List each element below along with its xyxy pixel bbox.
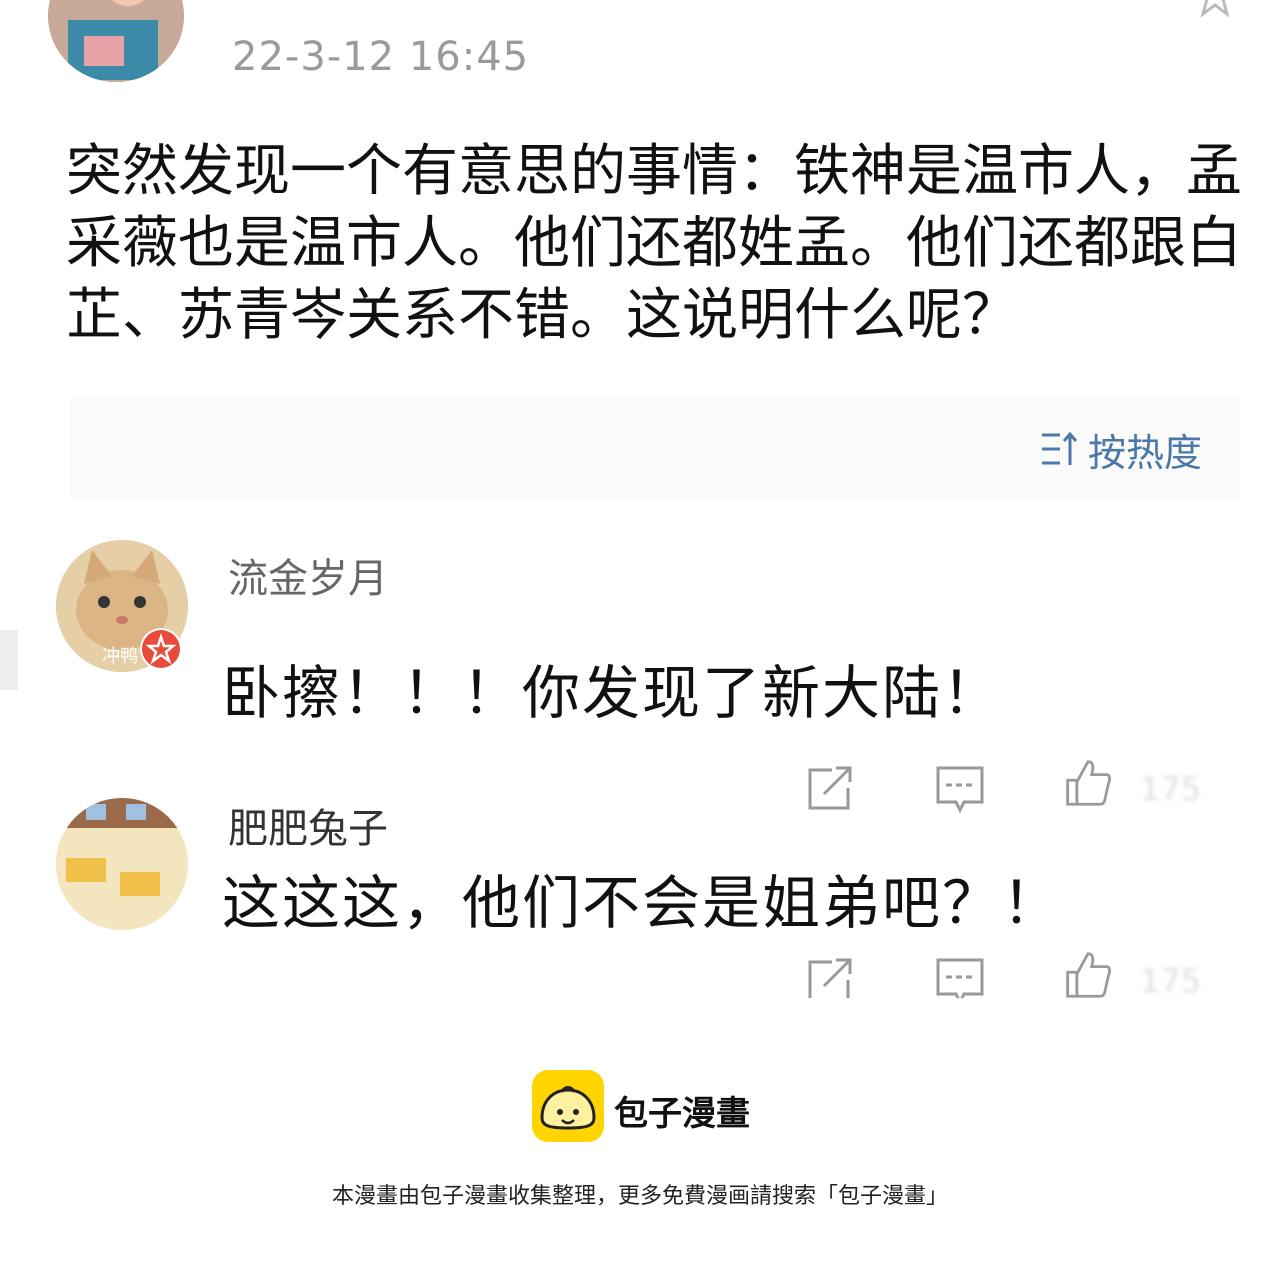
comment-avatar[interactable] [56,798,188,930]
user-avatar-icon [48,0,184,82]
sort-by-hot-button[interactable]: 按热度 [1040,424,1203,475]
classroom-avatar-icon [56,798,188,930]
brand-name: 包子漫畫 [614,1094,750,1134]
like-icon[interactable] [1062,758,1114,808]
verified-badge [140,628,182,670]
footer-note: 本漫畫由包子漫畫收集整理，更多免費漫画請搜索「包子漫畫」 [331,1184,948,1209]
star-icon[interactable] [1192,0,1238,18]
badge-star-icon [142,630,180,668]
edge-divider [0,630,18,690]
sort-label: 按热度 [1088,430,1203,475]
bun-logo-icon [532,1070,604,1142]
post-author-name-cutoff[interactable] [250,0,510,2]
comment-text: 卧擦！！！你发现了新大陆！ [222,659,1003,727]
like-icon[interactable] [1062,950,1114,1000]
post-author-avatar[interactable] [48,0,184,82]
comment-text: 这这这，他们不会是姐弟吧？！ [222,869,1063,937]
comment-username[interactable]: 流金岁月 [228,546,388,604]
comment-username[interactable]: 肥肥兔子 [228,796,388,854]
bun-logo-icon [540,1086,596,1130]
sort-icon [1042,431,1078,465]
like-count: 175 [1140,770,1202,808]
share-icon[interactable] [804,764,856,814]
post-timestamp: 22-3-12 16:45 [232,34,530,80]
like-count: 175 [1140,962,1202,1000]
comment-icon[interactable] [934,764,986,814]
footer-area [0,998,1280,1282]
user-tag: 冲鸭 [102,646,138,667]
post-body: 突然发现一个有意思的事情：铁神是温市人，孟采薇也是温市人。他们还都姓孟。他们还都… [66,139,1242,348]
